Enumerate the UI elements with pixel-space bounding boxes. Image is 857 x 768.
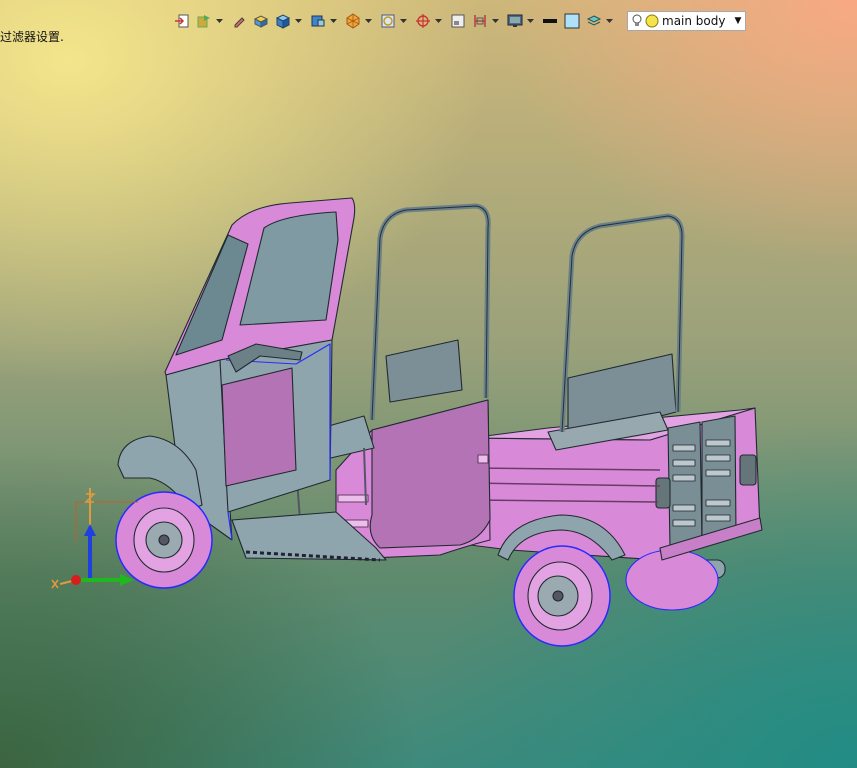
rear-door-right xyxy=(701,415,737,543)
axis-triad-lines xyxy=(51,488,138,589)
axis-origin xyxy=(71,575,81,585)
cabin-pink-insert xyxy=(221,367,297,487)
axis-triad xyxy=(51,488,138,589)
rear-wheel-far xyxy=(625,549,719,611)
tail-light-right xyxy=(739,454,757,486)
3d-model-viewport[interactable] xyxy=(0,0,857,768)
auto-rickshaw-model xyxy=(115,197,763,647)
rear-door-left xyxy=(667,421,703,549)
rear-wheel-near xyxy=(513,545,611,647)
tail-light-left xyxy=(655,477,671,509)
door-opening xyxy=(369,399,491,549)
rear-panel-handle xyxy=(385,339,463,403)
